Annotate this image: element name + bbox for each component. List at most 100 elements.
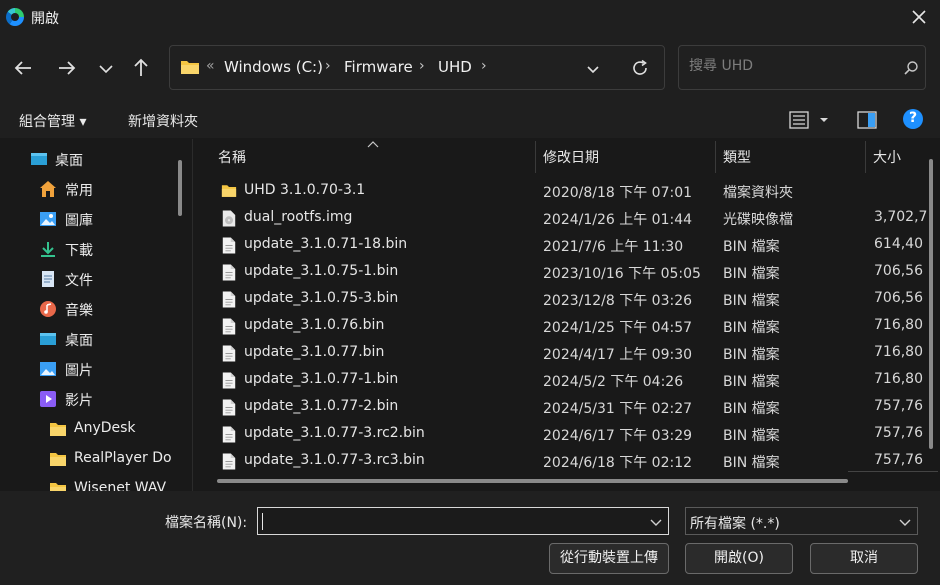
file-size: 716,80 [874, 344, 923, 360]
file-modified-date: 2024/6/18 下午 02:12 [543, 455, 693, 471]
file-modified-date: 2020/8/18 下午 07:01 [543, 185, 693, 201]
address-bar[interactable]: « Windows (C:) › Firmware › UHD › [169, 45, 665, 90]
new-folder-button[interactable]: 新增資料夾 [128, 111, 198, 131]
music-icon [40, 301, 56, 317]
file-name: update_3.1.0.77-1.bin [244, 371, 399, 387]
search-box[interactable] [678, 45, 926, 90]
file-modified-date: 2024/6/17 下午 03:29 [543, 428, 693, 444]
file-name: update_3.1.0.77-3.rc2.bin [244, 425, 425, 441]
sidebar-item-documents[interactable]: 文件 [0, 264, 176, 294]
file-icon [222, 426, 236, 443]
refresh-icon[interactable] [630, 58, 650, 78]
file-row[interactable]: update_3.1.0.77-3.rc3.bin 2024/6/18 下午 02… [193, 448, 940, 475]
open-button[interactable]: 開啟(O) [685, 543, 793, 574]
file-modified-date: 2024/1/25 下午 04:57 [543, 320, 693, 336]
file-row[interactable]: update_3.1.0.75-1.bin 2023/10/16 下午 05:05… [193, 259, 940, 286]
folder-icon [50, 453, 66, 466]
sidebar-item-pictures[interactable]: 圖片 [0, 354, 176, 384]
breadcrumb-separator[interactable]: › [325, 58, 331, 74]
filename-input[interactable] [257, 507, 669, 535]
file-row[interactable]: update_3.1.0.71-18.bin 2021/7/6 上午 11:30 B… [193, 232, 940, 259]
column-header-modified[interactable]: 修改日期 [543, 147, 599, 167]
file-icon [222, 345, 236, 362]
file-modified-date: 2023/10/16 下午 05:05 [543, 266, 701, 282]
file-size: 757,76 [874, 425, 923, 441]
file-list-vertical-scrollbar[interactable] [929, 159, 933, 449]
up-button[interactable] [129, 56, 153, 80]
close-button[interactable] [906, 4, 932, 30]
back-button[interactable] [11, 56, 35, 80]
sidebar-scrollbar[interactable] [178, 160, 182, 216]
file-icon [222, 372, 236, 389]
file-row[interactable]: update_3.1.0.77-1.bin 2024/5/2 下午 04:26 BI… [193, 367, 940, 394]
filename-label: 檔案名稱(N): [165, 515, 248, 531]
file-size: 706,56 [874, 290, 923, 306]
cancel-button[interactable]: 取消 [810, 543, 918, 574]
file-row[interactable]: dual_rootfs.img 2024/1/26 上午 01:44 光碟映像檔 3,… [193, 205, 940, 232]
sidebar-item-realplayer[interactable]: RealPlayer Do [0, 444, 176, 474]
scrollbar-track [848, 471, 938, 472]
navigation-pane[interactable]: 桌面 常用 圖庫 下載 文件 音樂 桌面 圖片 影片 AnyDesk RealP… [0, 139, 192, 491]
help-button[interactable]: ? [903, 109, 923, 129]
column-header-type[interactable]: 類型 [723, 147, 751, 167]
file-row[interactable]: update_3.1.0.77-2.bin 2024/5/31 下午 02:27 B… [193, 394, 940, 421]
sidebar-item-desktop-2[interactable]: 桌面 [0, 324, 176, 354]
file-list[interactable]: 名稱 修改日期 類型 大小 UHD 3.1.0.70-3.1 2020/8/18 … [193, 139, 940, 491]
sidebar-item-anydesk[interactable]: AnyDesk [0, 414, 176, 444]
organize-menu[interactable]: 組合管理 ▾ [19, 111, 86, 131]
file-type: 檔案資料夾 [723, 185, 793, 201]
breadcrumb-firmware[interactable]: Firmware [344, 58, 413, 76]
file-type: BIN 檔案 [723, 455, 780, 471]
chevron-down-icon [99, 65, 113, 74]
forward-button[interactable] [55, 56, 79, 80]
file-type: BIN 檔案 [723, 401, 780, 417]
gallery-icon [40, 212, 56, 226]
sidebar-item-wisenet[interactable]: Wisenet WAV [0, 474, 176, 491]
arrow-up-icon [134, 58, 148, 76]
sidebar-item-gallery[interactable]: 圖庫 [0, 204, 176, 234]
file-size: 757,76 [874, 452, 923, 468]
recent-locations-button[interactable] [94, 56, 118, 80]
file-size: 3,702,7 [874, 209, 928, 225]
file-list-horizontal-scrollbar[interactable] [217, 479, 848, 483]
document-icon [42, 271, 54, 287]
sidebar-item-home[interactable]: 常用 [0, 174, 176, 204]
breadcrumb-drive[interactable]: Windows (C:) [224, 58, 323, 76]
file-type-value: 所有檔案 (*.*) [690, 516, 780, 532]
file-row[interactable]: update_3.1.0.77.bin 2024/4/17 上午 09:30 BIN… [193, 340, 940, 367]
breadcrumb-separator[interactable]: › [481, 58, 487, 74]
search-input[interactable] [689, 58, 889, 74]
file-type: BIN 檔案 [723, 266, 780, 282]
file-icon [222, 453, 236, 470]
column-divider[interactable] [715, 141, 716, 173]
column-divider[interactable] [535, 141, 536, 173]
search-icon[interactable] [903, 60, 919, 76]
column-header-name[interactable]: 名稱 [218, 147, 246, 167]
file-type-filter[interactable]: 所有檔案 (*.*) [685, 507, 918, 535]
file-name: UHD 3.1.0.70-3.1 [244, 182, 366, 198]
upload-from-mobile-button[interactable]: 從行動裝置上傳 [549, 543, 669, 574]
chevron-down-icon [820, 118, 828, 122]
file-row[interactable]: update_3.1.0.76.bin 2024/1/25 下午 04:57 BIN… [193, 313, 940, 340]
file-row[interactable]: UHD 3.1.0.70-3.1 2020/8/18 下午 07:01 檔案資料夾 [193, 178, 940, 205]
file-type: BIN 檔案 [723, 428, 780, 444]
file-type: BIN 檔案 [723, 320, 780, 336]
address-overflow[interactable]: « [206, 58, 215, 74]
view-options-button[interactable] [787, 109, 829, 131]
sidebar-item-desktop[interactable]: 桌面 [0, 144, 176, 174]
sidebar-item-videos[interactable]: 影片 [0, 384, 176, 414]
preview-pane-button[interactable] [856, 109, 878, 131]
column-divider[interactable] [865, 141, 866, 173]
file-modified-date: 2024/4/17 上午 09:30 [543, 347, 693, 363]
file-row[interactable]: update_3.1.0.77-3.rc2.bin 2024/6/17 下午 03… [193, 421, 940, 448]
sidebar-item-music[interactable]: 音樂 [0, 294, 176, 324]
file-row[interactable]: update_3.1.0.75-3.bin 2023/12/8 下午 03:26 B… [193, 286, 940, 313]
breadcrumb-uhd[interactable]: UHD [438, 58, 472, 76]
file-name: update_3.1.0.77.bin [244, 344, 385, 360]
chevron-down-icon[interactable] [584, 60, 602, 78]
column-header-size[interactable]: 大小 [873, 147, 901, 167]
file-name: update_3.1.0.71-18.bin [244, 236, 408, 252]
breadcrumb-separator[interactable]: › [419, 58, 425, 74]
chevron-down-icon[interactable] [648, 514, 664, 530]
sidebar-item-downloads[interactable]: 下載 [0, 234, 176, 264]
